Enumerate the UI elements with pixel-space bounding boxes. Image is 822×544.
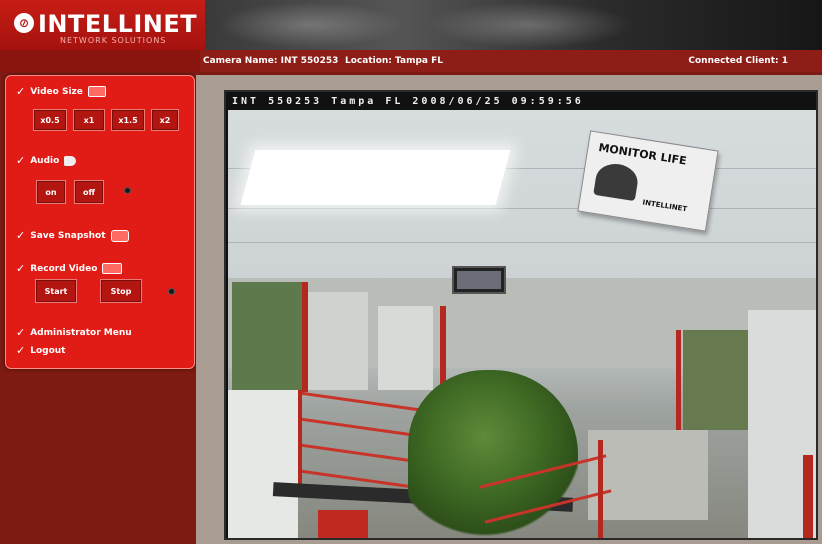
ceiling-grid xyxy=(228,208,816,209)
save-snapshot-link[interactable]: ✓ Save Snapshot xyxy=(16,229,129,242)
wall-monitor-screen xyxy=(457,271,501,289)
audio-off-button[interactable]: off xyxy=(74,180,104,204)
header: ⊘ INTELLINET NETWORK SOLUTIONS xyxy=(0,0,822,50)
ledge-panel xyxy=(318,510,368,538)
video-size-section: ✓ Video Size xyxy=(16,85,106,98)
size-x2-button[interactable]: x2 xyxy=(151,109,179,131)
check-icon: ✓ xyxy=(16,326,26,339)
header-texture xyxy=(210,0,410,50)
railing xyxy=(300,417,420,438)
record-stop-button[interactable]: Stop xyxy=(100,279,142,303)
check-icon: ✓ xyxy=(16,229,26,242)
video-camera-icon xyxy=(102,263,123,274)
camera-image: MONITOR LIFE INTELLINET xyxy=(228,110,816,538)
logo[interactable]: ⊘ INTELLINET NETWORK SOLUTIONS xyxy=(0,0,205,50)
sign-camera-graphic xyxy=(593,161,641,202)
window-frame xyxy=(302,282,308,392)
logo-text: INTELLINET xyxy=(38,10,198,38)
speaker-icon xyxy=(64,155,77,166)
wall-monitor xyxy=(452,266,506,294)
header-texture xyxy=(420,0,640,50)
audio-on-button[interactable]: on xyxy=(36,180,66,204)
check-icon: ✓ xyxy=(16,262,26,275)
front-railing-post xyxy=(598,440,603,538)
size-x1-5-button[interactable]: x1.5 xyxy=(111,109,145,131)
monitor-icon xyxy=(87,86,106,97)
size-x0-5-button[interactable]: x0.5 xyxy=(33,109,67,131)
check-icon: ✓ xyxy=(16,344,26,357)
window xyxy=(232,282,302,390)
sign-brand: INTELLINET xyxy=(641,198,688,214)
control-panel: ✓ Video Size x0.5 x1 x1.5 x2 ✓ Audio on … xyxy=(5,75,195,369)
audio-section: ✓ Audio xyxy=(16,154,77,167)
audio-label: Audio xyxy=(30,155,60,166)
record-start-button[interactable]: Start xyxy=(35,279,77,303)
ceiling-light xyxy=(240,150,511,205)
railing xyxy=(300,443,420,464)
window xyxy=(308,292,368,390)
audio-status-indicator xyxy=(124,187,131,194)
connected-clients: Connected Client: 1 xyxy=(688,56,788,66)
save-snapshot-label: Save Snapshot xyxy=(30,230,106,241)
administrator-menu-label: Administrator Menu xyxy=(30,327,132,338)
logout-label: Logout xyxy=(30,345,66,356)
partition-wall xyxy=(228,390,298,538)
logo-icon: ⊘ xyxy=(11,10,37,36)
logo-tagline: NETWORK SOLUTIONS xyxy=(60,36,167,45)
info-bar-left xyxy=(0,50,200,72)
record-video-section: ✓ Record Video xyxy=(16,262,123,275)
info-bar: Camera Name: INT 550253 Location: Tampa … xyxy=(0,50,822,72)
check-icon: ✓ xyxy=(16,85,26,98)
video-size-label: Video Size xyxy=(30,86,83,97)
front-railing-post xyxy=(803,455,813,538)
window-frame xyxy=(676,330,681,430)
camera-location: Location: Tampa FL xyxy=(345,56,443,66)
record-video-label: Record Video xyxy=(30,263,98,274)
railing xyxy=(300,391,420,412)
ceiling-grid xyxy=(228,242,816,243)
railing-post xyxy=(298,390,302,490)
administrator-menu-link[interactable]: ✓ Administrator Menu xyxy=(16,326,132,339)
size-x1-button[interactable]: x1 xyxy=(73,109,105,131)
camera-icon xyxy=(110,229,129,242)
record-status-indicator xyxy=(168,288,175,295)
camera-view[interactable]: INT 550253 Tampa FL 2008/06/25 09:59:56 … xyxy=(224,90,818,540)
plant xyxy=(408,370,578,538)
camera-name: Camera Name: INT 550253 xyxy=(203,56,339,66)
logout-link[interactable]: ✓ Logout xyxy=(16,344,65,357)
hanging-sign: MONITOR LIFE INTELLINET xyxy=(577,130,719,232)
desk-area xyxy=(588,430,708,520)
camera-osd: INT 550253 Tampa FL 2008/06/25 09:59:56 xyxy=(232,96,584,107)
check-icon: ✓ xyxy=(16,154,26,167)
window xyxy=(378,306,433,390)
